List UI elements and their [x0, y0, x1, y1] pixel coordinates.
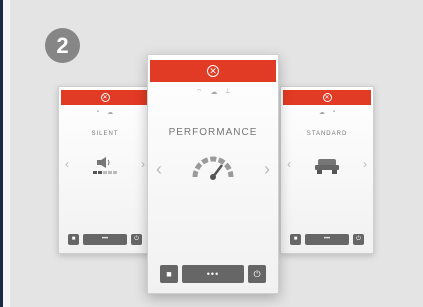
bottom-controls: ■ ••• ⏻ — [156, 265, 270, 283]
frame-edge — [3, 0, 10, 307]
phone-topbar: ✕ — [61, 90, 149, 105]
phone-topbar: ✕ — [150, 60, 276, 82]
phone-silent: ✕ ▪ ☁ SILENT ‹ › ■ ••• ⏻ — [58, 86, 152, 254]
close-icon[interactable]: ✕ — [207, 65, 219, 77]
power-icon[interactable]: ⏻ — [353, 233, 364, 245]
status-icons: ▪ ☁ — [59, 109, 151, 116]
chevron-right-icon[interactable]: › — [141, 157, 145, 171]
phone-performance: ✕ ⌔ ☁ ⟂ PERFORMANCE ‹ › ■ ••• ⏻ — [147, 54, 279, 294]
chevron-right-icon[interactable]: › — [363, 157, 367, 171]
power-icon[interactable]: ⏻ — [131, 233, 142, 245]
phone-standard: ✕ ☁ ▪ STANDARD ‹ › ■ ••• ⏻ — [280, 86, 374, 254]
mode-label: SILENT — [91, 131, 119, 137]
signal-icon: ▪ — [332, 109, 336, 115]
bottom-controls: ■ ••• ⏻ — [63, 233, 147, 245]
menu-button[interactable]: ••• — [83, 233, 127, 245]
step-number-badge: 2 — [45, 28, 80, 63]
wifi-icon: ⌔ — [195, 89, 203, 96]
speaker-icon — [59, 157, 151, 177]
signal-icon: ▪ — [96, 109, 100, 115]
phone-topbar: ✕ — [283, 90, 371, 105]
cloud-icon: ☁ — [318, 110, 325, 116]
status-icons: ☁ ▪ — [281, 109, 373, 116]
cloud-icon: ☁ — [107, 110, 114, 116]
cloud-icon: ☁ — [210, 89, 218, 96]
bottom-controls: ■ ••• ⏻ — [285, 233, 369, 245]
chevron-right-icon[interactable]: › — [264, 159, 270, 180]
close-icon[interactable]: ✕ — [322, 93, 332, 102]
mode-label: PERFORMANCE — [168, 127, 258, 138]
menu-button[interactable]: ••• — [182, 265, 244, 283]
mode-label: STANDARD — [306, 131, 348, 137]
lock-icon[interactable]: ■ — [160, 265, 178, 283]
menu-button[interactable]: ••• — [305, 233, 349, 245]
power-icon[interactable]: ⏻ — [248, 265, 266, 283]
speedometer-icon — [148, 151, 278, 181]
close-icon[interactable]: ✕ — [100, 93, 110, 102]
signal-icon: ⟂ — [225, 88, 231, 95]
lock-icon[interactable]: ■ — [68, 233, 79, 245]
car-icon — [281, 157, 373, 175]
lock-icon[interactable]: ■ — [290, 233, 301, 245]
status-icons: ⌔ ☁ ⟂ — [148, 88, 278, 97]
